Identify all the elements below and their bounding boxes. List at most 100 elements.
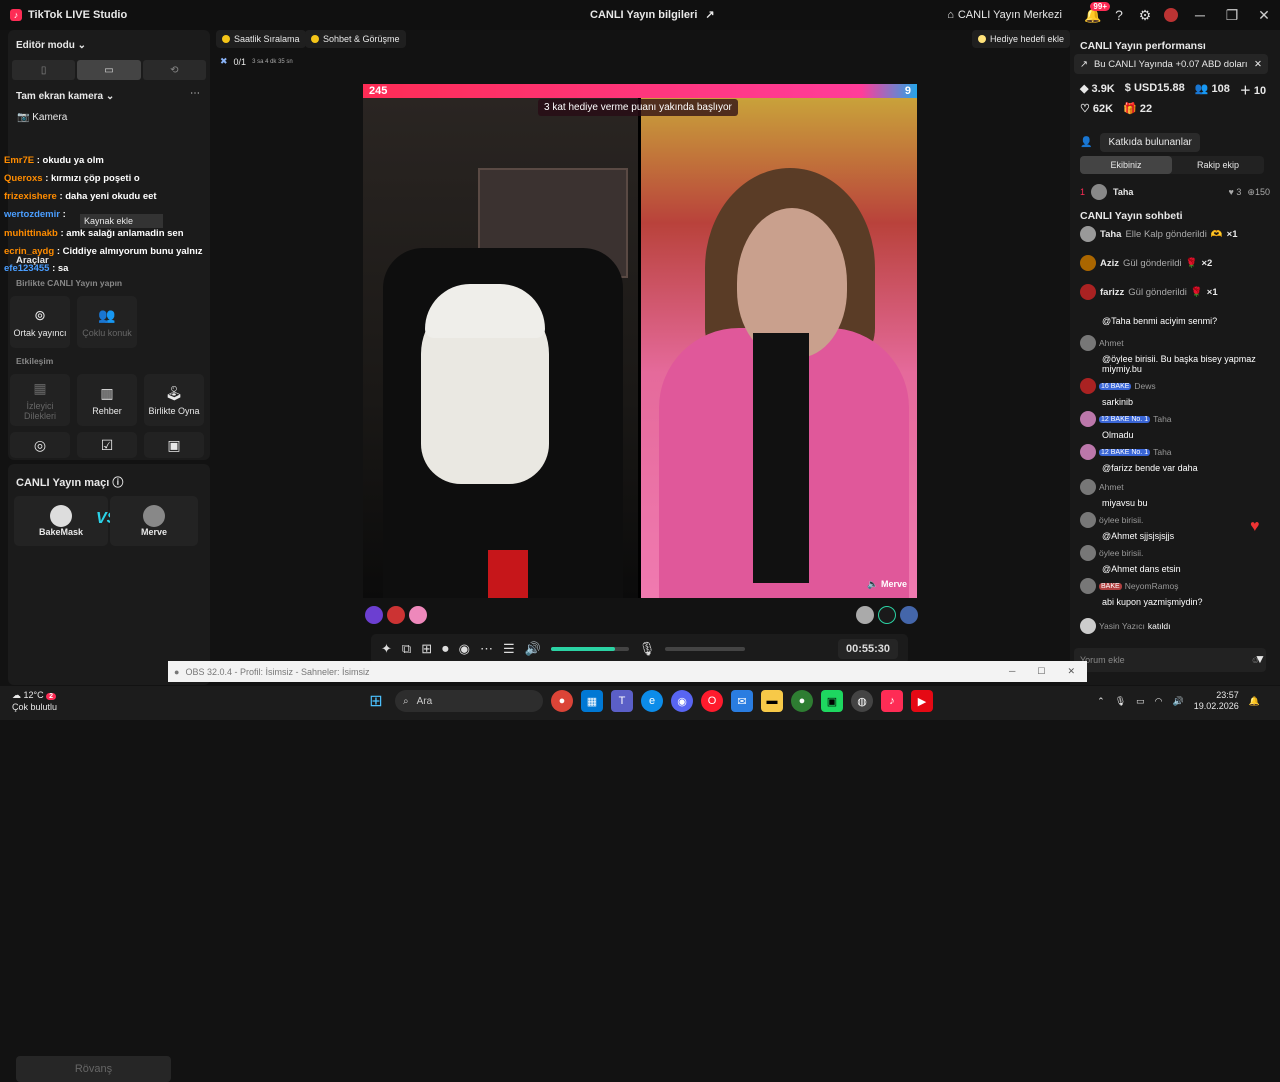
microphone-icon[interactable]: 🎙 bbox=[639, 641, 656, 657]
display-icon[interactable]: ▭ bbox=[1136, 696, 1145, 707]
edge-icon[interactable]: e bbox=[641, 690, 663, 712]
box-icon: ▣ bbox=[167, 436, 181, 453]
contributors-row: 👤 Katkıda bulunanlar bbox=[1080, 133, 1200, 152]
viewer-wishes-button[interactable]: ▦ İzleyici Dilekleri bbox=[10, 374, 70, 426]
orientation-toggle[interactable]: ▯ ▭ ⟲ bbox=[12, 60, 206, 80]
chat-message[interactable]: 16 BAKE Dews sarkinib bbox=[1080, 378, 1270, 407]
tab-rival-team[interactable]: Rakip ekip bbox=[1172, 156, 1264, 174]
tab-your-team[interactable]: Ekibiniz bbox=[1080, 156, 1172, 174]
close-button[interactable]: ✕ bbox=[1248, 0, 1280, 30]
teams-icon[interactable]: T bbox=[611, 690, 633, 712]
mic-slider[interactable] bbox=[665, 647, 746, 651]
joined-user: Yasin Yazıcı bbox=[1099, 621, 1145, 631]
avatar[interactable] bbox=[856, 606, 874, 624]
chat-message[interactable]: 12 BAKE No. 1 Taha Olmadu bbox=[1080, 411, 1270, 440]
multi-guest-button[interactable]: 👥 Çoklu konuk bbox=[77, 296, 137, 348]
landscape-option[interactable]: ▭ bbox=[77, 60, 141, 80]
layout-icon[interactable]: ⧉ bbox=[402, 641, 411, 657]
camera-section-header[interactable]: Tam ekran kamera ⌄ bbox=[16, 91, 114, 102]
gifters-stat: 🎁 22 bbox=[1123, 103, 1153, 115]
live-center-button[interactable]: ⌂ CANLI Yayın Merkezi bbox=[947, 9, 1062, 21]
tiktok-icon[interactable]: ♪ bbox=[881, 690, 903, 712]
volume-slider[interactable] bbox=[550, 647, 629, 651]
magic-wand-icon[interactable]: ✦ bbox=[381, 641, 392, 657]
add-gift-goal-chip[interactable]: Hediye hedefi ekle bbox=[972, 30, 1071, 48]
live-info-button[interactable]: CANLI Yayın bilgileri ↗ bbox=[590, 8, 715, 22]
rotate-option[interactable]: ⟲ bbox=[142, 60, 206, 80]
help-icon[interactable]: ⓘ bbox=[112, 477, 123, 489]
start-icon[interactable]: ⊞ bbox=[365, 690, 387, 712]
avatar bbox=[1080, 335, 1096, 351]
chat-message[interactable]: Ahmet miyavsu bu bbox=[1080, 479, 1270, 508]
chat-message[interactable]: öylee birisii. @Ahmet sjjsjsjsjjs bbox=[1080, 512, 1270, 541]
avatar[interactable] bbox=[878, 606, 896, 624]
chat-message[interactable]: Ahmet @öylee birisii. Bu başka bisey yapm… bbox=[1080, 335, 1270, 374]
stats-row-1: ◆ 3.9K $ USD15.88 👥 108 ＋ 10 bbox=[1080, 82, 1266, 98]
co-host-button[interactable]: ⊚ Ortak yayıncı bbox=[10, 296, 70, 348]
avatar[interactable] bbox=[900, 606, 918, 624]
editor-mode-dropdown[interactable]: Editör modu ⌄ bbox=[16, 40, 86, 51]
hourly-ranking-chip[interactable]: Saatlik Sıralama bbox=[216, 30, 306, 48]
more-icon[interactable]: ⋯ bbox=[190, 88, 200, 99]
add-user-icon[interactable]: 👤 bbox=[1080, 137, 1092, 148]
chat-call-chip[interactable]: Sohbet & Görüşme bbox=[305, 30, 406, 48]
help-icon[interactable]: ? bbox=[1106, 2, 1132, 28]
chat-message[interactable]: öylee birisii. @Ahmet dans etsin bbox=[1080, 545, 1270, 574]
app-icon[interactable]: ◍ bbox=[851, 690, 873, 712]
chat-message[interactable]: 12 BAKE No. 1 Taha @farizz bende var daha bbox=[1080, 444, 1270, 473]
guide-button[interactable]: ▥ Rehber bbox=[77, 374, 137, 426]
maximize-button[interactable]: ❐ bbox=[1216, 0, 1248, 30]
notification-icon[interactable]: 🔔 bbox=[1249, 696, 1260, 707]
tool-button[interactable]: ◎ bbox=[10, 432, 70, 458]
weather-widget[interactable]: ☁ 12°C 2 Çok bulutlu bbox=[12, 690, 57, 713]
tool-button[interactable]: ▣ bbox=[144, 432, 204, 458]
live-preview[interactable]: 245 9 🔈 Merve 3 kat hediye verme puanı y… bbox=[363, 84, 917, 598]
chrome-icon[interactable]: ● bbox=[551, 690, 573, 712]
effects-icon[interactable]: ◉ bbox=[459, 641, 470, 657]
chat-message[interactable]: BAKE NeyomRamoş abi kupon yazmişmiydin? bbox=[1080, 578, 1270, 607]
gear-icon[interactable]: ⚙ bbox=[1132, 2, 1158, 28]
microphone-icon[interactable]: 🎙 bbox=[1115, 696, 1126, 707]
obs-close-button[interactable]: ✕ bbox=[1067, 666, 1075, 677]
tool-button[interactable]: ☑ bbox=[77, 432, 137, 458]
avatar[interactable] bbox=[409, 606, 427, 624]
opponent-name: Merve bbox=[880, 579, 907, 589]
minimize-button[interactable]: ─ bbox=[1184, 0, 1216, 30]
youtube-icon[interactable]: ▶ bbox=[911, 690, 933, 712]
profile-avatar[interactable] bbox=[1158, 2, 1184, 28]
live-match-panel: CANLI Yayın maçı ⓘ BakeMask VS Merve Röv… bbox=[8, 464, 210, 1082]
filter-icon[interactable]: ▼ bbox=[1254, 652, 1266, 666]
volume-icon[interactable]: 🔊 bbox=[1173, 696, 1184, 707]
comment-input[interactable]: Yorum ekle ☺ bbox=[1074, 648, 1266, 672]
camera-source[interactable]: 📷 Kamera bbox=[17, 112, 67, 123]
clock[interactable]: 23:57 19.02.2026 bbox=[1194, 690, 1239, 712]
store-icon[interactable]: ▦ bbox=[581, 690, 603, 712]
more-icon[interactable]: ⋯ bbox=[480, 641, 493, 657]
app-icon[interactable]: ▣ bbox=[821, 690, 843, 712]
taskbar-search[interactable]: ⌕ Ara bbox=[395, 690, 543, 712]
bell-icon[interactable]: 🔔 99+ bbox=[1080, 2, 1110, 28]
folder-icon[interactable]: ▬ bbox=[761, 690, 783, 712]
avatar[interactable] bbox=[365, 606, 383, 624]
rematch-button[interactable]: Rövanş bbox=[16, 1056, 171, 1082]
screen-icon[interactable]: ⊞ bbox=[421, 641, 432, 657]
level-badge: 12 BAKE No. 1 bbox=[1099, 448, 1151, 456]
chevron-up-icon[interactable]: ⌃ bbox=[1097, 696, 1105, 707]
wifi-icon[interactable]: ◠ bbox=[1155, 696, 1163, 707]
contributors-button[interactable]: Katkıda bulunanlar bbox=[1100, 133, 1200, 152]
chrome-profile-icon[interactable]: ● bbox=[791, 690, 813, 712]
close-icon[interactable]: ✕ bbox=[1254, 59, 1262, 70]
sliders-icon[interactable]: ☰ bbox=[503, 641, 515, 657]
opera-icon[interactable]: O bbox=[701, 690, 723, 712]
speaker-icon[interactable]: 🔊 bbox=[525, 641, 541, 657]
obs-window-bar[interactable]: ● OBS 32.0.4 - Profil: İsimsiz - Sahnele… bbox=[168, 661, 1087, 682]
portrait-option[interactable]: ▯ bbox=[12, 60, 76, 80]
obs-maximize-button[interactable]: ☐ bbox=[1037, 666, 1045, 677]
message-text: @öylee birisii. Bu başka bisey yapmaz mi… bbox=[1102, 354, 1256, 374]
discord-icon[interactable]: ◉ bbox=[671, 690, 693, 712]
play-together-button[interactable]: 🕹 Birlikte Oyna bbox=[144, 374, 204, 426]
obs-minimize-button[interactable]: ─ bbox=[1009, 666, 1015, 677]
mail-icon[interactable]: ✉ bbox=[731, 690, 753, 712]
record-icon[interactable]: ⏺ bbox=[442, 641, 449, 657]
avatar[interactable] bbox=[387, 606, 405, 624]
